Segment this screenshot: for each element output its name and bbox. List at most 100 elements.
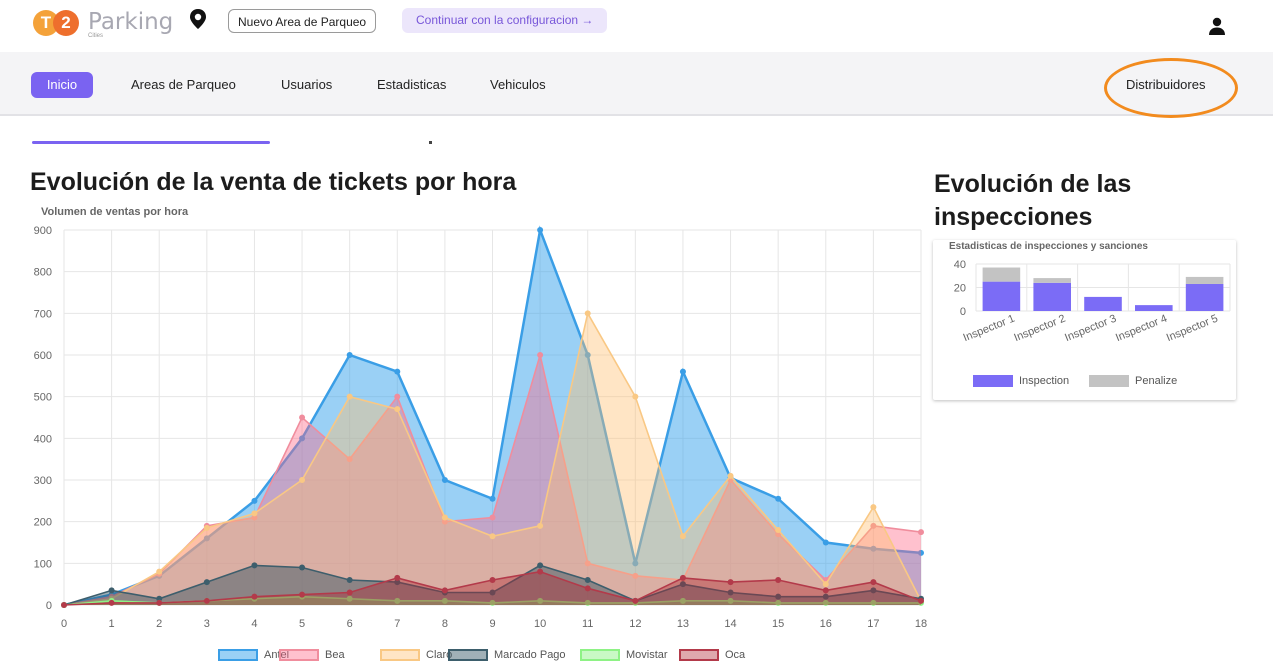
x-tick-label: Inspector 2: [1012, 313, 1067, 345]
data-point-claro[interactable]: [679, 533, 686, 540]
data-point-antel[interactable]: [489, 495, 496, 502]
data-point-claro[interactable]: [775, 527, 782, 533]
data-point-antel[interactable]: [679, 368, 686, 375]
distributors-highlight-annotation: [1104, 58, 1238, 118]
nav-tab-users[interactable]: Usuarios: [281, 77, 332, 92]
data-point-claro[interactable]: [156, 568, 163, 575]
y-tick-label: 20: [954, 283, 966, 295]
data-point-oca[interactable]: [870, 579, 877, 586]
bar-inspection[interactable]: [982, 281, 1021, 311]
bar-penalize[interactable]: [1033, 278, 1071, 283]
data-point-oca[interactable]: [918, 597, 924, 604]
data-point-oca[interactable]: [679, 574, 686, 581]
data-point-oca[interactable]: [775, 577, 782, 583]
y-tick-label: 100: [34, 558, 52, 570]
decorative-dot: [429, 141, 432, 144]
data-point-antel[interactable]: [441, 477, 448, 483]
x-tick-label: 18: [915, 618, 927, 630]
sales-area-chart: 01002003004005006007008009000 1 2 3 4 5 6 7 8 9 10…: [34, 225, 927, 630]
data-point-antel[interactable]: [251, 497, 258, 504]
bar-inspection[interactable]: [1185, 283, 1224, 311]
y-tick-label: 700: [34, 308, 52, 320]
data-point-oca[interactable]: [299, 591, 306, 598]
continue-setup-button[interactable]: Continuar con la configuracion →: [402, 8, 608, 33]
legend-label: Bea: [325, 649, 345, 661]
data-point-claro[interactable]: [489, 533, 496, 540]
data-point-claro[interactable]: [870, 504, 877, 511]
bar-penalize[interactable]: [1185, 276, 1224, 284]
data-point-oca[interactable]: [203, 597, 210, 604]
bar-penalize[interactable]: [982, 267, 1021, 282]
data-point-antel[interactable]: [775, 495, 782, 502]
data-point-marcado-pago[interactable]: [299, 564, 306, 571]
legend-label: Oca: [725, 649, 746, 661]
new-parking-area-button[interactable]: Nuevo Area de Parqueo: [228, 9, 377, 33]
nav-tab-vehicles[interactable]: Vehiculos: [490, 77, 546, 92]
data-point-oca[interactable]: [61, 602, 67, 608]
legend-swatch: [679, 649, 719, 661]
data-point-claro[interactable]: [584, 310, 591, 317]
data-point-antel[interactable]: [346, 352, 353, 358]
nav-tab-statistics[interactable]: Estadisticas: [377, 77, 446, 92]
data-point-claro[interactable]: [632, 393, 639, 400]
data-point-oca[interactable]: [632, 597, 639, 604]
data-point-oca[interactable]: [251, 593, 258, 600]
data-point-claro[interactable]: [441, 514, 448, 521]
data-point-oca[interactable]: [489, 577, 496, 583]
data-point-claro[interactable]: [537, 522, 544, 529]
data-point-oca[interactable]: [346, 589, 353, 596]
legend-swatch: [580, 649, 620, 661]
legend-swatch: [1089, 375, 1129, 387]
data-point-marcado-pago[interactable]: [251, 562, 258, 569]
data-point-oca[interactable]: [727, 579, 734, 586]
bar-inspection[interactable]: [1033, 282, 1071, 311]
data-point-oca[interactable]: [108, 599, 115, 606]
bar-inspection[interactable]: [1135, 305, 1173, 311]
data-point-bea[interactable]: [299, 414, 306, 421]
data-point-oca[interactable]: [394, 574, 401, 581]
data-point-oca[interactable]: [441, 587, 448, 594]
data-point-claro[interactable]: [727, 472, 734, 479]
x-tick-label: 6: [347, 618, 353, 630]
legend-swatch: [973, 375, 1013, 387]
user-account-icon[interactable]: [1207, 16, 1227, 36]
data-point-marcado-pago[interactable]: [584, 577, 591, 583]
y-tick-label: 600: [34, 350, 52, 362]
active-section-indicator: [32, 141, 270, 144]
data-point-claro[interactable]: [346, 393, 353, 400]
data-point-oca[interactable]: [822, 587, 829, 594]
data-point-marcado-pago[interactable]: [203, 579, 210, 586]
y-tick-label: 800: [34, 267, 52, 279]
legend-label: Inspection: [1019, 375, 1070, 387]
data-point-marcado-pago[interactable]: [537, 562, 544, 569]
data-point-claro[interactable]: [251, 510, 258, 517]
data-point-bea[interactable]: [918, 529, 924, 536]
x-tick-label: 13: [677, 618, 689, 630]
inspections-heading: Evolución de las inspecciones: [934, 170, 1132, 231]
data-point-claro[interactable]: [299, 477, 306, 483]
data-point-claro[interactable]: [394, 406, 401, 413]
bar-inspection[interactable]: [1084, 296, 1122, 311]
nav-tab-parking-areas[interactable]: Areas de Parqueo: [131, 77, 236, 92]
data-point-claro[interactable]: [822, 581, 829, 588]
sales-chart-heading: Evolución de la venta de tickets por hor…: [30, 168, 517, 196]
data-point-marcado-pago[interactable]: [346, 577, 353, 583]
logo-2-badge: 2: [53, 10, 79, 36]
x-tick-label: 10: [534, 618, 546, 630]
data-point-antel[interactable]: [537, 227, 544, 233]
x-tick-label: Inspector 5: [1165, 313, 1220, 345]
data-point-antel[interactable]: [822, 539, 829, 546]
data-point-oca[interactable]: [584, 585, 591, 592]
data-point-bea[interactable]: [394, 393, 401, 400]
data-point-bea[interactable]: [489, 514, 496, 521]
data-point-oca[interactable]: [156, 599, 163, 606]
data-point-antel[interactable]: [394, 368, 401, 375]
data-point-bea[interactable]: [537, 352, 544, 358]
y-tick-label: 400: [34, 433, 52, 445]
data-point-oca[interactable]: [537, 568, 544, 575]
location-pin-icon[interactable]: [187, 8, 209, 30]
nav-tab-home[interactable]: Inicio: [31, 72, 93, 98]
data-point-claro[interactable]: [203, 524, 210, 531]
y-tick-label: 200: [34, 517, 52, 529]
data-point-marcado-pago[interactable]: [108, 587, 115, 594]
